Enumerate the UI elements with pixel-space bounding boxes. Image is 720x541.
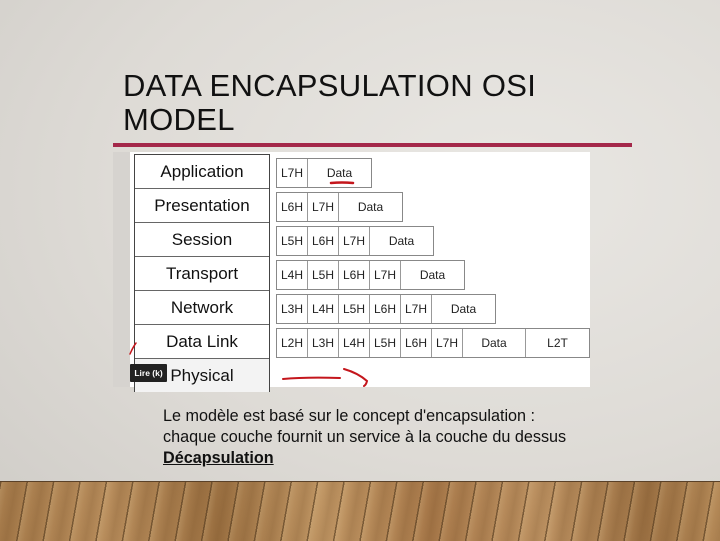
pdu-header-cell: L7H [277,159,308,187]
pdu-header-cell: L3H [277,295,308,323]
pdu-data-cell: Data [463,329,526,357]
pdu-header-cell: L6H [370,295,401,323]
wood-floor-decoration [0,481,720,541]
diagram-shadow [113,152,130,387]
pdu-header-cell: L5H [339,295,370,323]
pdu-header-cell: L4H [339,329,370,357]
osi-layer: Data Link [135,325,269,359]
pdu-header-cell: L3H [308,329,339,357]
pdu-header-cell: L7H [308,193,339,221]
pdu-header-cell: L5H [277,227,308,255]
osi-encapsulation-diagram: Application Presentation Session Transport N… [113,152,590,392]
pdu-row: L7H Data [276,158,372,188]
pdu-header-cell: L2H [277,329,308,357]
pdu-trailer-cell: L2T [547,336,568,350]
body-line-1: Le modèle est basé sur le concept d'enca… [163,407,536,425]
pdu-row: L3H L4H L5H L6H L7H Data [276,294,496,324]
pdu-header-cell: L6H [308,227,339,255]
slide-title-line-2: MODEL [123,102,235,137]
pdu-header-cell: L7H [370,261,401,289]
pdu-header-cell: L7H [401,295,432,323]
body-line-2: chaque couche fournit un service à la co… [163,428,567,446]
pdu-header-cell: L5H [308,261,339,289]
pdu-header-cell: L6H [277,193,308,221]
pdu-header-cell: L6H [401,329,432,357]
slide-title: DATA ENCAPSULATION OSI MODEL [123,69,643,137]
osi-layer: Network [135,291,269,325]
pdu-row: L6H L7H Data [276,192,403,222]
pdu-row: L2H L3H L4H L5H L6H L7H Data L2T [276,328,590,358]
pdu-header-cell: L7H [339,227,370,255]
pdu-header-cell: L4H [308,295,339,323]
pdu-header-cell: L4H [277,261,308,289]
read-aloud-tooltip: Lire (k) [130,364,167,382]
osi-layer: Transport [135,257,269,291]
osi-layer-column: Application Presentation Session Transport N… [134,154,270,392]
pdu-row: L5H L6H L7H Data [276,226,434,256]
pdu-data-cell: Data [388,234,415,248]
pdu-data-cell: Data [357,200,384,214]
pdu-header-cell: L5H [370,329,401,357]
pdu-data-cell: Data [450,302,477,316]
osi-layer: Application [135,155,269,189]
pdu-header-cell: L6H [339,261,370,289]
slide-title-line-1: DATA ENCAPSULATION OSI [123,68,537,103]
pdu-row: L4H L5H L6H L7H Data [276,260,465,290]
title-accent-divider [113,143,632,147]
osi-layer: Presentation [135,189,269,223]
osi-layer: Session [135,223,269,257]
pdu-data-cell: Data [419,268,446,282]
pdu-header-cell: L7H [432,329,463,357]
slide-body-text: Le modèle est basé sur le concept d'enca… [163,406,566,469]
pdu-data-cell: Data [326,166,353,180]
decapsulation-link[interactable]: Décapsulation [163,448,566,469]
